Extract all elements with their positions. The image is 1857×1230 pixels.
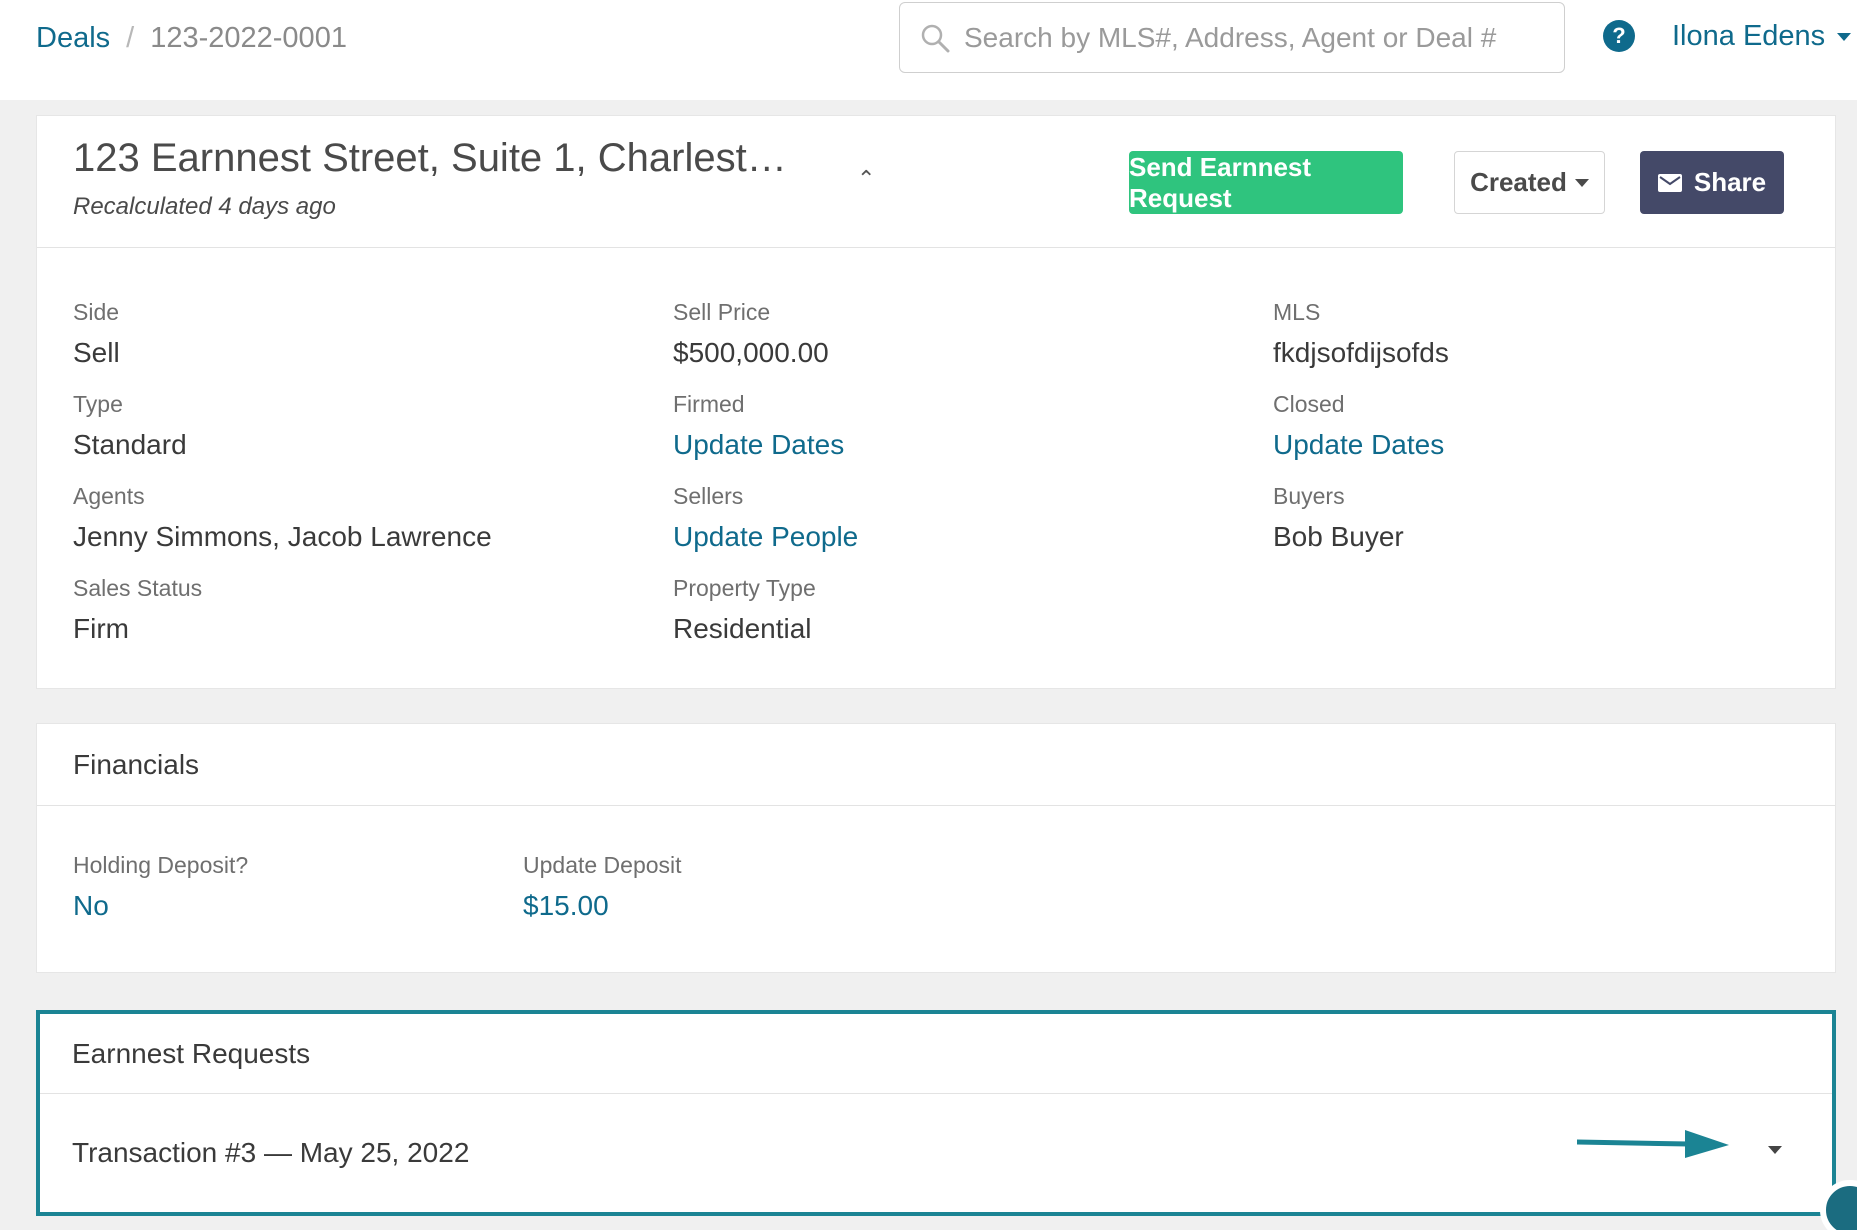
field-label: Firmed [673, 391, 745, 417]
field-firmed: Firmed Update Dates [673, 383, 1233, 475]
field-value: Residential [673, 613, 812, 644]
field-closed: Closed Update Dates [1273, 383, 1833, 475]
field-label: Agents [73, 483, 145, 509]
firmed-update-dates-link[interactable]: Update Dates [673, 425, 1233, 471]
field-sellers: Sellers Update People [673, 475, 1233, 567]
help-icon[interactable]: ? [1603, 20, 1635, 52]
field-mls: MLS fkdjsofdijsofds [1273, 291, 1833, 383]
earnnest-requests-title: Earnnest Requests [40, 1014, 1832, 1094]
update-deposit-link[interactable]: $15.00 [523, 886, 682, 932]
details-column-3: MLS fkdjsofdijsofds Closed Update Dates … [1273, 291, 1833, 567]
transaction-expand-chevron-down-icon[interactable] [1768, 1146, 1782, 1154]
user-menu[interactable]: Ilona Edens [1672, 20, 1852, 53]
transaction-row-label[interactable]: Transaction #3 — May 25, 2022 [72, 1137, 469, 1169]
status-dropdown[interactable]: Created [1454, 151, 1605, 214]
field-value: Standard [73, 429, 187, 460]
breadcrumb-separator: / [126, 22, 135, 54]
field-sell-price: Sell Price $500,000.00 [673, 291, 1233, 383]
deal-recalculated: Recalculated 4 days ago [73, 193, 336, 220]
breadcrumb: Deals / 123-2022-0001 [36, 22, 347, 55]
share-button[interactable]: Share [1640, 151, 1784, 214]
top-bar: Deals / 123-2022-0001 ? Ilona Edens [0, 0, 1857, 100]
field-label: MLS [1273, 299, 1321, 325]
field-type: Type Standard [73, 383, 633, 475]
earnnest-requests-card: Earnnest Requests Transaction #3 — May 2… [36, 1010, 1836, 1216]
annotation-arrow-icon [1577, 1130, 1729, 1158]
financials-title: Financials [37, 724, 1835, 806]
field-property-type: Property Type Residential [673, 567, 1233, 659]
send-earnnest-request-button[interactable]: Send Earnnest Request [1129, 151, 1403, 214]
status-label: Created [1470, 167, 1567, 197]
field-label: Type [73, 391, 123, 417]
chevron-down-icon [1837, 32, 1852, 41]
field-label: Closed [1273, 391, 1345, 417]
field-label: Sellers [673, 483, 744, 509]
field-side: Side Sell [73, 291, 633, 383]
details-column-1: Side Sell Type Standard Agents Jenny Sim… [73, 291, 633, 659]
field-update-deposit: Update Deposit $15.00 [523, 844, 682, 932]
field-holding-deposit: Holding Deposit? No [73, 844, 248, 932]
breadcrumb-deals-link[interactable]: Deals [36, 22, 110, 55]
field-label: Sell Price [673, 299, 771, 325]
field-value: fkdjsofdijsofds [1273, 337, 1449, 368]
search-icon [921, 24, 950, 52]
field-label: Holding Deposit? [73, 852, 249, 878]
deal-header: 123 Earnnest Street, Suite 1, Charlest… … [37, 116, 1835, 248]
field-label: Buyers [1273, 483, 1345, 509]
user-name: Ilona Edens [1672, 20, 1826, 52]
field-agents: Agents Jenny Simmons, Jacob Lawrence [73, 475, 633, 567]
field-label: Property Type [673, 575, 816, 601]
search-box[interactable] [899, 2, 1565, 73]
field-value: Bob Buyer [1273, 521, 1404, 552]
holding-deposit-link[interactable]: No [73, 886, 248, 932]
field-sales-status: Sales Status Firm [73, 567, 633, 659]
field-value: Jenny Simmons, Jacob Lawrence [73, 521, 492, 552]
field-value: $500,000.00 [673, 337, 829, 368]
closed-update-dates-link[interactable]: Update Dates [1273, 425, 1833, 471]
collapse-chevron-up-icon[interactable]: ⌃ [857, 166, 875, 192]
share-label: Share [1693, 167, 1767, 197]
field-label: Side [73, 299, 120, 325]
field-label: Sales Status [73, 575, 203, 601]
breadcrumb-current: 123-2022-0001 [150, 22, 347, 54]
field-label: Update Deposit [523, 852, 682, 878]
sellers-update-people-link[interactable]: Update People [673, 517, 1233, 563]
field-value: Sell [73, 337, 120, 368]
field-buyers: Buyers Bob Buyer [1273, 475, 1833, 567]
search-input[interactable] [964, 21, 1524, 54]
envelope-icon [1657, 173, 1682, 192]
deal-card: 123 Earnnest Street, Suite 1, Charlest… … [36, 115, 1836, 689]
details-column-2: Sell Price $500,000.00 Firmed Update Dat… [673, 291, 1233, 659]
deal-title: 123 Earnnest Street, Suite 1, Charlest… [73, 136, 787, 180]
field-value: Firm [73, 613, 129, 644]
chevron-down-icon [1574, 178, 1589, 187]
financials-card: Financials Holding Deposit? No Update De… [36, 723, 1836, 973]
